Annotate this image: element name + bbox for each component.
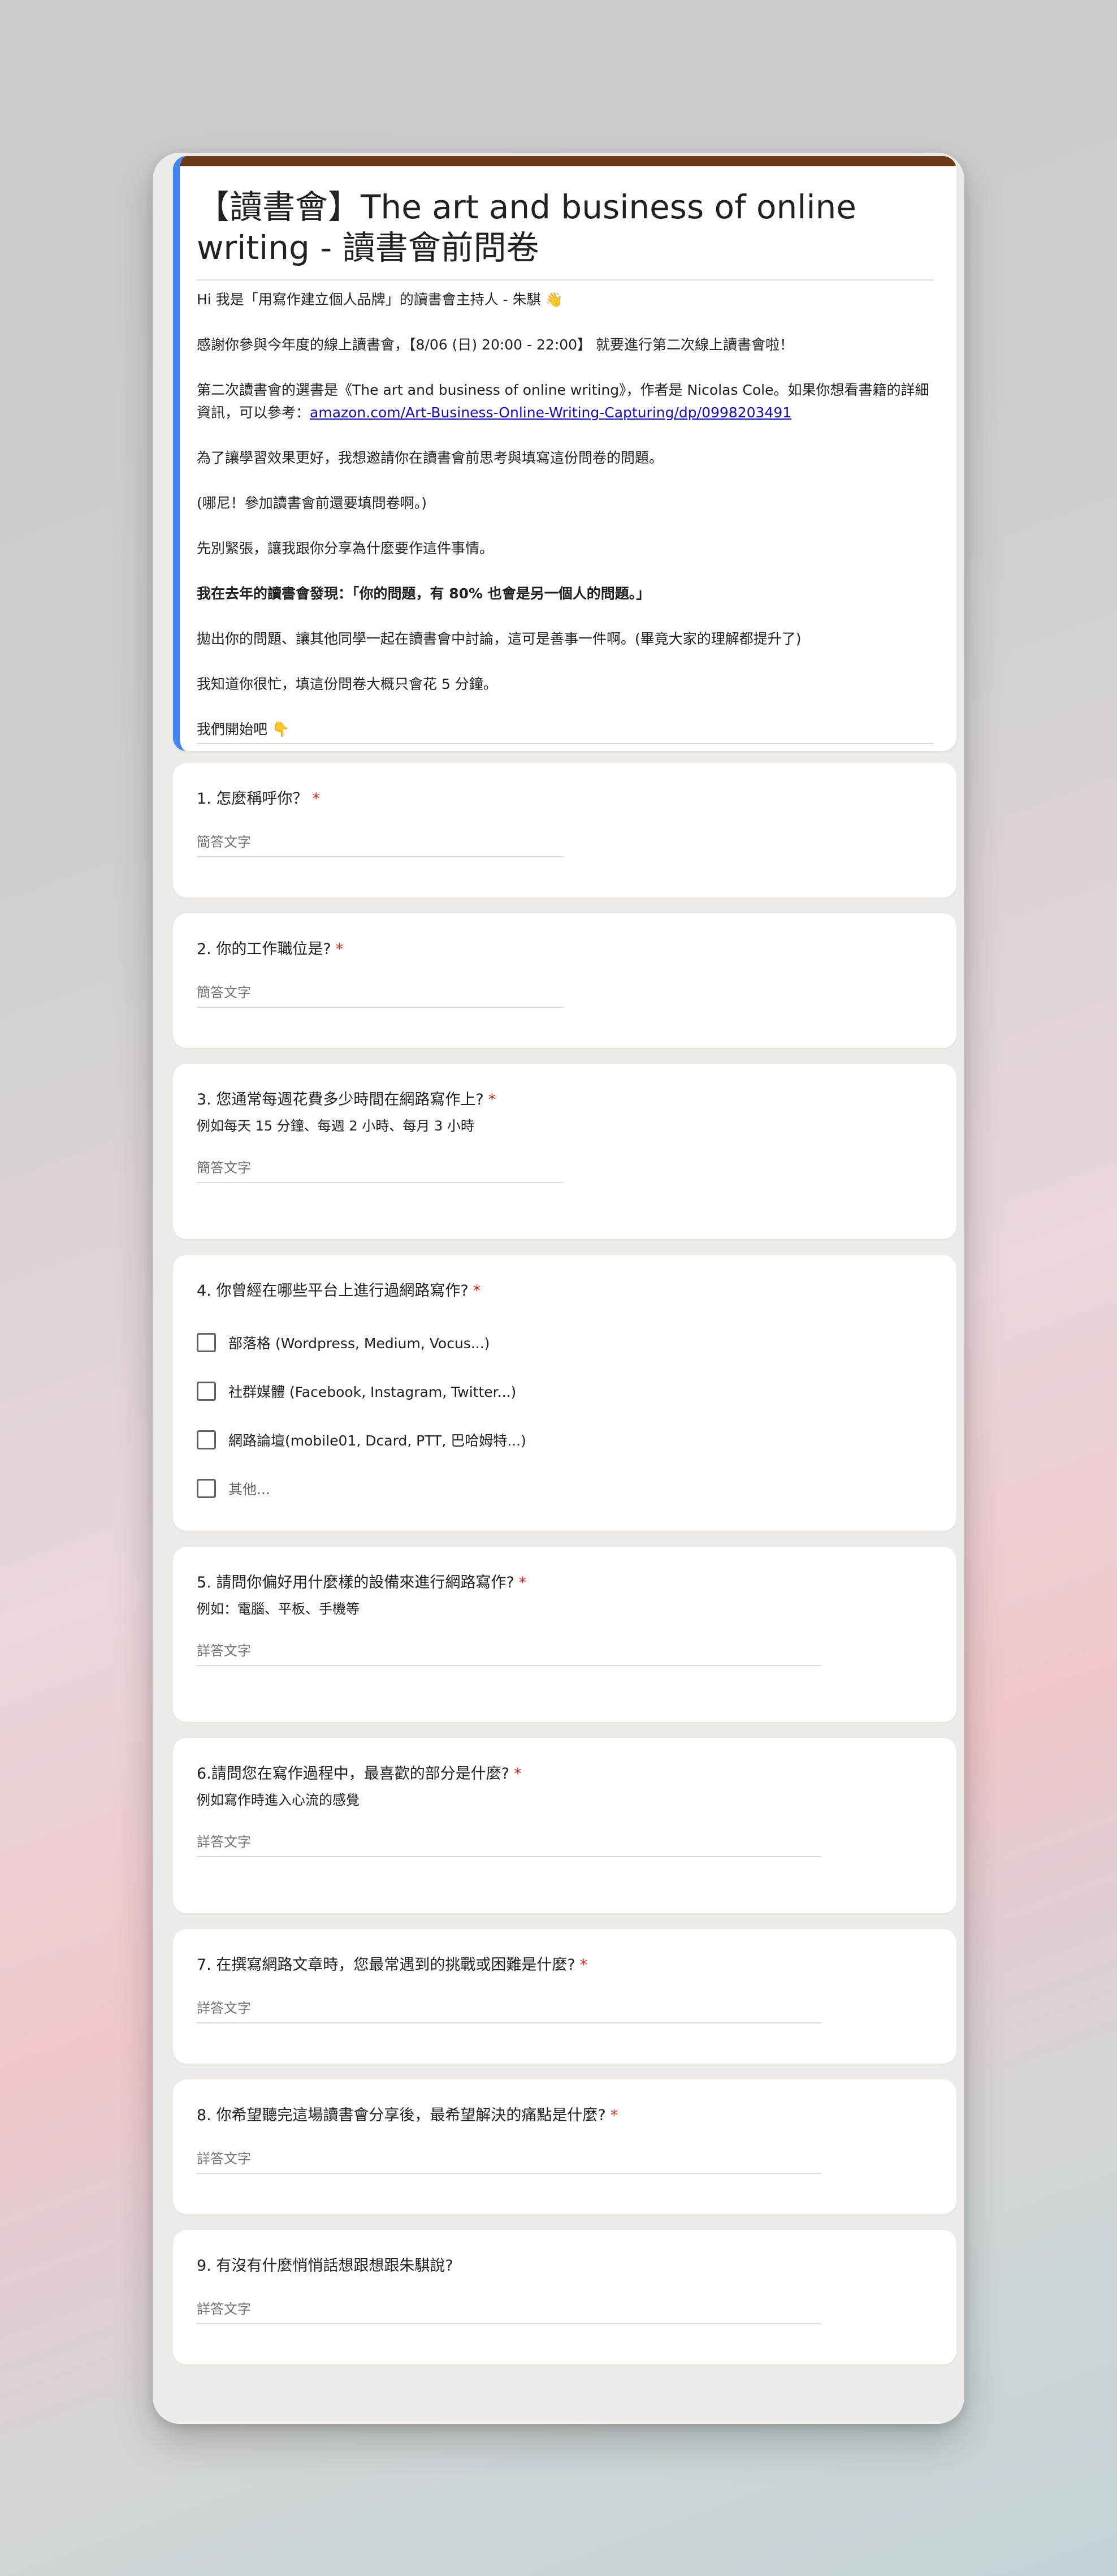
required-asterisk: * <box>518 1574 527 1591</box>
question-card-8: 8. 你希望聽完這場讀書會分享後，最希望解決的痛點是什麼? * 詳答文字 <box>173 2079 956 2214</box>
question-card-7: 7. 在撰寫網路文章時，您最常遇到的挑戰或困難是什麼? * 詳答文字 <box>173 1929 956 2064</box>
long-answer-input[interactable]: 詳答文字 <box>197 1639 821 1666</box>
question-title: 2. 你的工作職位是? * <box>197 938 933 961</box>
desc-highlight-bold: 我在去年的讀書會發現：「你的問題，有 80% 也會是另一個人的問題。」 <box>197 585 651 602</box>
question-card-4: 4. 你曾經在哪些平台上進行過網路寫作? * 部落格 (Wordpress, Me… <box>173 1255 956 1531</box>
form-description: Hi 我是「用寫作建立個人品牌」的讀書會主持人 - 朱騏 👋 感謝你參與今年度的… <box>197 288 934 741</box>
long-answer-input[interactable]: 詳答文字 <box>197 1831 821 1857</box>
device-frame: 【讀書會】The art and business of online writ… <box>153 153 964 2424</box>
required-asterisk: * <box>579 1956 588 1974</box>
question-help-text: 例如每天 15 分鐘、每週 2 小時、每月 3 小時 <box>197 1118 474 1134</box>
checkbox[interactable] <box>197 1430 216 1449</box>
header-color-bar <box>180 156 956 166</box>
long-answer-input[interactable]: 詳答文字 <box>197 1997 821 2023</box>
question-card-9: 9. 有沒有什麼悄悄話想跟想跟朱騏說? 詳答文字 <box>173 2230 956 2364</box>
question-card-5: 5. 請問你偏好用什麼樣的設備來進行網路寫作? * 例如：電腦、平板、手機等 詳答… <box>173 1547 956 1722</box>
question-title-text: 3. 您通常每週花費多少時間在網路寫作上? <box>197 1091 484 1108</box>
question-title-text: 8. 你希望聽完這場讀書會分享後，最希望解決的痛點是什麼? <box>197 2107 606 2124</box>
option-label: 社群媒體 (Facebook, Instagram, Twitter...) <box>228 1384 517 1400</box>
question-title-text: 9. 有沒有什麼悄悄話想跟想跟朱騏說? <box>197 2257 453 2275</box>
desc-start: 我們開始吧 👇 <box>197 721 290 737</box>
option-label: 部落格 (Wordpress, Medium, Vocus...) <box>228 1335 490 1352</box>
checkbox[interactable] <box>197 1382 216 1401</box>
form-title: 【讀書會】The art and business of online writ… <box>197 187 934 281</box>
question-help-text: 例如寫作時進入心流的感覺 <box>197 1792 360 1808</box>
desc-surprise: (哪尼！參加讀書會前還要填問卷啊。) <box>197 495 427 511</box>
desc-greeting: Hi 我是「用寫作建立個人品牌」的讀書會主持人 - 朱騏 👋 <box>197 291 563 308</box>
checkbox-option-forum[interactable]: 網路論壇(mobile01, Dcard, PTT, 巴哈姆特...) <box>197 1416 933 1464</box>
desc-discussion: 拋出你的問題、讓其他同學一起在讀書會中討論，這可是善事一件啊。(畢竟大家的理解都… <box>197 631 802 647</box>
question-title-text: 5. 請問你偏好用什麼樣的設備來進行網路寫作? <box>197 1574 514 1591</box>
checkbox-group: 部落格 (Wordpress, Medium, Vocus...) 社群媒體 (… <box>197 1318 933 1513</box>
checkbox-option-blog[interactable]: 部落格 (Wordpress, Medium, Vocus...) <box>197 1318 933 1367</box>
question-title: 6.請問您在寫作過程中，最喜歡的部分是什麼? * <box>197 1763 933 1785</box>
checkbox-option-social[interactable]: 社群媒體 (Facebook, Instagram, Twitter...) <box>197 1367 933 1416</box>
question-card-2: 2. 你的工作職位是? * 簡答文字 <box>173 913 956 1048</box>
question-title: 5. 請問你偏好用什麼樣的設備來進行網路寫作? * <box>197 1572 933 1594</box>
short-answer-input[interactable]: 簡答文字 <box>197 1157 564 1183</box>
question-card-3: 3. 您通常每週花費多少時間在網路寫作上? * 例如每天 15 分鐘、每週 2 小… <box>173 1064 956 1239</box>
option-label: 網路論壇(mobile01, Dcard, PTT, 巴哈姆特...) <box>228 1432 526 1449</box>
question-help-text: 例如：電腦、平板、手機等 <box>197 1601 360 1617</box>
form-container: 【讀書會】The art and business of online writ… <box>173 156 956 2364</box>
question-title-text: 2. 你的工作職位是? <box>197 940 331 958</box>
desc-book: 第二次讀書會的選書是《The art and business of onlin… <box>197 379 934 424</box>
question-title-text: 6.請問您在寫作過程中，最喜歡的部分是什麼? <box>197 1765 510 1783</box>
question-card-6: 6.請問您在寫作過程中，最喜歡的部分是什麼? * 例如寫作時進入心流的感覺 詳答文… <box>173 1738 956 1913</box>
option-label: 其他... <box>228 1481 270 1498</box>
required-asterisk: * <box>312 790 320 808</box>
checkbox-option-other[interactable]: 其他... <box>197 1464 933 1513</box>
required-asterisk: * <box>488 1091 496 1108</box>
desc-highlight: 我在去年的讀書會發現：「你的問題，有 80% 也會是另一個人的問題。」 <box>197 582 934 605</box>
question-title: 1. 怎麼稱呼你？ * <box>197 788 933 810</box>
question-title-text: 7. 在撰寫網路文章時，您最常遇到的挑戰或困難是什麼? <box>197 1956 575 1974</box>
desc-reason: 先別緊張，讓我跟你分享為什麼要作這件事情。 <box>197 540 494 556</box>
long-answer-input[interactable]: 詳答文字 <box>197 2298 821 2324</box>
form-header-card: 【讀書會】The art and business of online writ… <box>173 156 956 751</box>
question-title: 4. 你曾經在哪些平台上進行過網路寫作? * <box>197 1280 933 1302</box>
desc-invite: 為了讓學習效果更好，我想邀請你在讀書會前思考與填寫這份問卷的問題。 <box>197 450 664 466</box>
checkbox[interactable] <box>197 1479 216 1498</box>
question-title: 7. 在撰寫網路文章時，您最常遇到的挑戰或困難是什麼? * <box>197 1954 933 1977</box>
required-asterisk: * <box>335 940 344 958</box>
required-asterisk: * <box>514 1765 522 1783</box>
required-asterisk: * <box>610 2107 618 2124</box>
desc-intro: 感謝你參與今年度的線上讀書會，【8/06 (日) 20:00 - 22:00】 … <box>197 336 794 353</box>
question-title: 3. 您通常每週花費多少時間在網路寫作上? * <box>197 1089 933 1111</box>
checkbox[interactable] <box>197 1333 216 1352</box>
book-link[interactable]: amazon.com/Art-Business-Online-Writing-C… <box>310 404 791 421</box>
question-title: 8. 你希望聽完這場讀書會分享後，最希望解決的痛點是什麼? * <box>197 2104 933 2127</box>
required-asterisk: * <box>473 1282 481 1300</box>
short-answer-input[interactable]: 簡答文字 <box>197 831 564 857</box>
question-title-text: 4. 你曾經在哪些平台上進行過網路寫作? <box>197 1282 469 1300</box>
short-answer-input[interactable]: 簡答文字 <box>197 981 564 1008</box>
long-answer-input[interactable]: 詳答文字 <box>197 2147 821 2174</box>
divider <box>197 743 934 744</box>
question-card-1: 1. 怎麼稱呼你？ * 簡答文字 <box>173 763 956 897</box>
question-title-text: 1. 怎麼稱呼你？ <box>197 790 308 808</box>
question-title: 9. 有沒有什麼悄悄話想跟想跟朱騏說? <box>197 2255 933 2277</box>
desc-time: 我知道你很忙，填這份問卷大概只會花 5 分鐘。 <box>197 676 497 692</box>
